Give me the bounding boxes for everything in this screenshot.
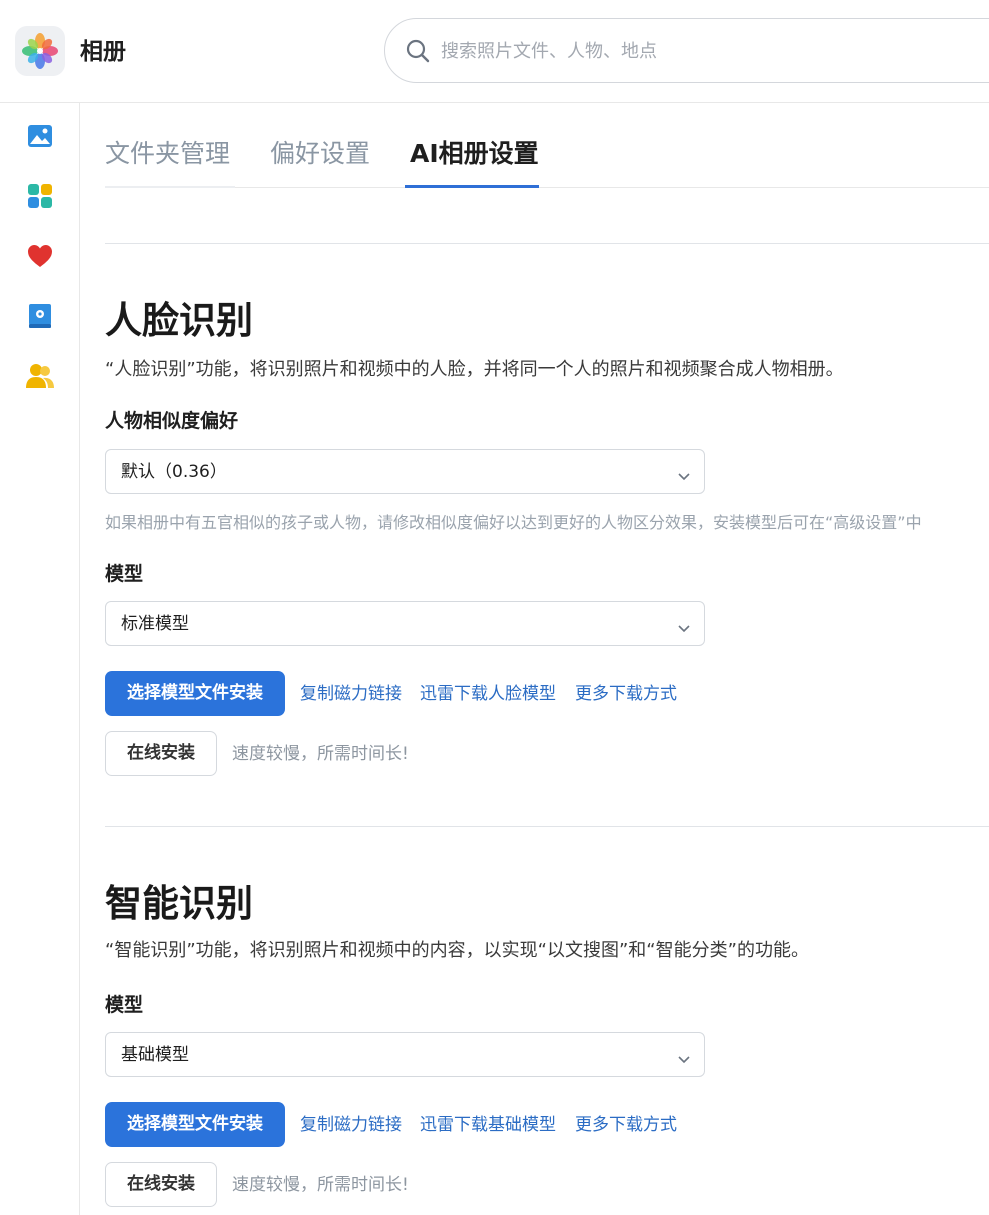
smart-online-install-button[interactable]: 在线安装 [105, 1162, 217, 1207]
similarity-label: 人物相似度偏好 [105, 410, 239, 432]
app-title: 相册 [80, 39, 126, 65]
settings-tabs: 文件夹管理 偏好设置 AI相册设置 [105, 103, 989, 188]
sidebar-item-categories[interactable] [22, 180, 58, 216]
photos-icon [27, 123, 53, 153]
face-online-note: 速度较慢，所需时间长! [232, 744, 409, 764]
tab-folder-management[interactable]: 文件夹管理 [105, 137, 230, 171]
face-recognition-description: “人脸识别”功能，将识别照片和视频中的人脸，并将同一个人的照片和视频聚合成人物相… [105, 359, 844, 380]
sidebar-item-photos[interactable] [22, 120, 58, 156]
tab-underline-inactive [105, 186, 235, 188]
top-bar: 相册 [0, 0, 989, 103]
app-logo-icon[interactable] [15, 26, 65, 76]
face-online-install-button[interactable]: 在线安装 [105, 731, 217, 776]
sidebar-item-people[interactable] [22, 360, 58, 396]
smart-install-model-button[interactable]: 选择模型文件安装 [105, 1102, 285, 1147]
smart-recognition-title: 智能识别 [105, 882, 253, 925]
similarity-value: 默认（0.36） [121, 462, 227, 482]
album-book-icon [28, 303, 52, 333]
similarity-hint: 如果相册中有五官相似的孩子或人物，请修改相似度偏好以达到更好的人物区分效果，安装… [105, 513, 922, 532]
smart-online-note: 速度较慢，所需时间长! [232, 1175, 409, 1195]
face-install-model-button[interactable]: 选择模型文件安装 [105, 671, 285, 716]
tab-preferences[interactable]: 偏好设置 [270, 137, 370, 171]
smart-copy-magnet-link[interactable]: 复制磁力链接 [300, 1113, 402, 1137]
similarity-select[interactable]: 默认（0.36） [105, 449, 705, 494]
face-model-label: 模型 [105, 563, 144, 585]
chevron-down-icon [678, 618, 690, 637]
smart-model-value: 基础模型 [121, 1045, 189, 1065]
tab-ai-album-settings[interactable]: AI相册设置 [410, 137, 539, 171]
face-model-select[interactable]: 标准模型 [105, 601, 705, 646]
search-box[interactable] [384, 18, 989, 83]
sidebar [0, 103, 80, 1215]
chevron-down-icon [678, 1049, 690, 1068]
people-icon [26, 363, 54, 393]
face-more-downloads-link[interactable]: 更多下载方式 [575, 682, 677, 706]
smart-model-label: 模型 [105, 994, 144, 1016]
face-copy-magnet-link[interactable]: 复制磁力链接 [300, 682, 402, 706]
sidebar-item-favorites[interactable] [22, 240, 58, 276]
divider [105, 243, 989, 244]
search-icon [405, 38, 431, 68]
smart-recognition-description: “智能识别”功能，将识别照片和视频中的内容，以实现“以文搜图”和“智能分类”的功… [105, 940, 809, 961]
face-thunder-download-link[interactable]: 迅雷下载人脸模型 [420, 682, 556, 706]
apps-icon [27, 183, 53, 213]
face-model-value: 标准模型 [121, 614, 189, 634]
smart-model-select[interactable]: 基础模型 [105, 1032, 705, 1077]
chevron-down-icon [678, 466, 690, 485]
active-tab-indicator [405, 185, 539, 188]
face-recognition-title: 人脸识别 [105, 299, 253, 342]
divider [105, 826, 989, 827]
heart-icon [27, 244, 53, 272]
smart-more-downloads-link[interactable]: 更多下载方式 [575, 1113, 677, 1137]
smart-thunder-download-link[interactable]: 迅雷下载基础模型 [420, 1113, 556, 1137]
search-input[interactable] [441, 35, 941, 67]
sidebar-item-albums[interactable] [22, 300, 58, 336]
settings-content: 文件夹管理 偏好设置 AI相册设置 人脸识别 “人脸识别”功能，将识别照片和视频… [105, 103, 989, 1215]
